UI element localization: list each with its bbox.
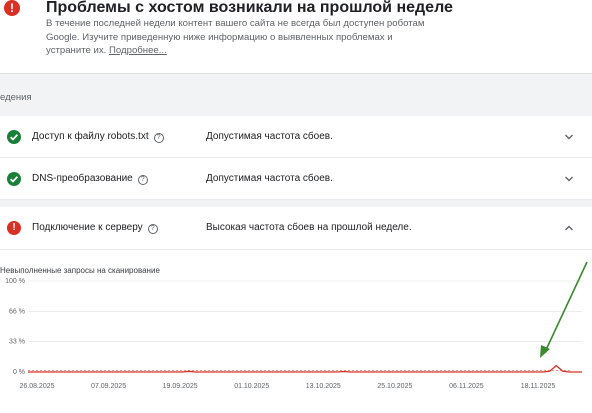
y-tick-label: 0 % xyxy=(13,369,25,376)
x-tick-label: 19.09.2025 xyxy=(163,383,198,390)
row-name: DNS-преобразование? xyxy=(32,173,148,185)
x-tick-label: 25.10.2025 xyxy=(377,383,412,390)
failed-requests-chart: 100 % 66 % 33 % 0 % 26.08.2025 07.09.2025 19.0… xyxy=(5,261,588,390)
series-line xyxy=(28,364,582,373)
x-tick-label: 07.09.2025 xyxy=(91,383,126,390)
issue-description-text: В течение последней недели контент вашег… xyxy=(46,18,425,56)
check-circle-icon xyxy=(7,172,21,186)
y-tick-label: 33 % xyxy=(9,339,25,346)
x-tick-label: 18.11.2025 xyxy=(521,383,556,390)
annotation-arrow xyxy=(540,261,588,358)
row-name: Подключение к серверу? xyxy=(32,222,158,234)
row-value: Допустимая частота сбоев. xyxy=(206,173,333,184)
x-tick-label: 13.10.2025 xyxy=(306,383,341,390)
y-tick-label: 66 % xyxy=(9,308,25,315)
chevron-up-icon[interactable] xyxy=(563,222,575,234)
issue-title: Проблемы с хостом возникали на прошлой н… xyxy=(46,0,453,16)
row-value: Высокая частота сбоев на прошлой неделе. xyxy=(206,222,412,233)
row-server-connection[interactable]: ! Подключение к серверу? Высокая частота… xyxy=(0,207,592,250)
section-header: едения xyxy=(0,74,592,116)
x-tick-label: 06.11.2025 xyxy=(449,383,484,390)
error-icon: ! xyxy=(4,0,20,16)
help-icon[interactable]: ? xyxy=(137,175,148,185)
row-dns[interactable]: DNS-преобразование? Допустимая частота с… xyxy=(0,158,592,200)
chevron-down-icon[interactable] xyxy=(563,131,575,143)
more-link[interactable]: Подробнее... xyxy=(109,45,167,56)
error-icon: ! xyxy=(7,221,21,235)
row-value: Допустимая частота сбоев. xyxy=(206,131,333,142)
help-icon[interactable]: ? xyxy=(147,224,158,234)
help-icon[interactable]: ? xyxy=(153,133,164,143)
x-tick-label: 01.10.2025 xyxy=(234,383,269,390)
section-label: едения xyxy=(0,92,32,103)
x-tick-label: 26.08.2025 xyxy=(19,383,54,390)
row-name: Доступ к файлу robots.txt? xyxy=(32,131,164,143)
row-robots[interactable]: Доступ к файлу robots.txt? Допустимая ча… xyxy=(0,116,592,158)
chevron-down-icon[interactable] xyxy=(563,173,575,185)
issue-description: В течение последней недели контент вашег… xyxy=(46,17,426,58)
issue-card: ! Проблемы с хостом возникали на прошлой… xyxy=(0,0,592,74)
chart-panel: Невыполненные запросы на сканирование 10… xyxy=(0,250,592,413)
check-circle-icon xyxy=(7,130,21,144)
y-tick-label: 100 % xyxy=(5,278,25,285)
